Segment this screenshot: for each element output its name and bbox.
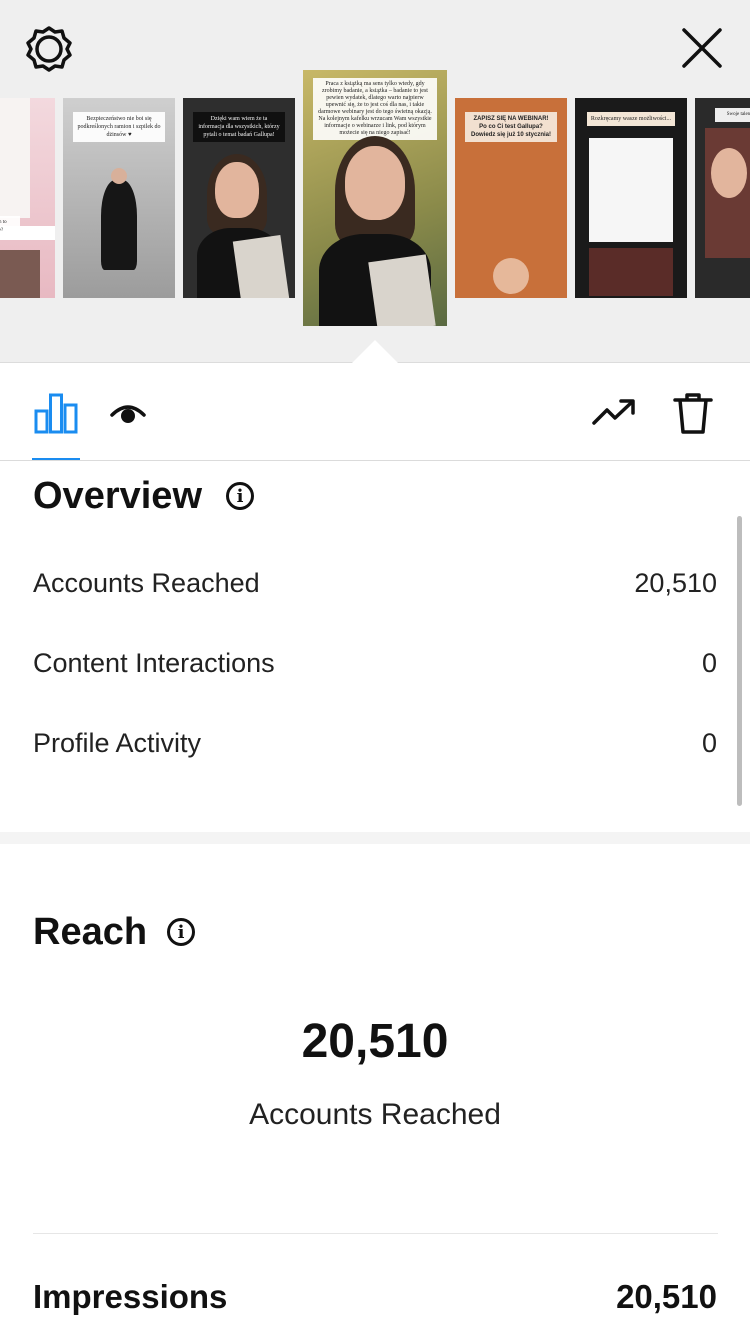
active-tab-indicator — [32, 458, 80, 460]
insights-tab-bar — [0, 362, 750, 461]
story-thumbnail[interactable]: Dzięki wam wiem że ta informacja dla wsz… — [183, 98, 295, 298]
metric-value-accounts-reached: 20,510 — [634, 568, 717, 598]
reach-title: Reach — [33, 911, 148, 953]
delete-button[interactable] — [672, 390, 714, 436]
gear-icon — [26, 26, 72, 72]
story-caption: Rozkręcamy wasze możliwości... — [586, 112, 676, 126]
scrollbar[interactable] — [737, 516, 742, 806]
story-carousel-area: ... zdaniem to sumienie? Bezpieczeństwo … — [0, 0, 750, 364]
impressions-value: 20,510 — [616, 1278, 717, 1315]
close-icon — [682, 28, 722, 68]
selected-story-pointer — [351, 340, 399, 364]
story-thumbnail[interactable]: ... zdaniem to sumienie? — [0, 98, 55, 298]
metric-label-content-interactions: Content Interactions — [33, 648, 275, 678]
reach-number-label: Accounts Reached — [249, 1098, 501, 1131]
bar-chart-icon — [34, 393, 78, 434]
close-button[interactable] — [676, 22, 728, 74]
trash-icon — [673, 393, 713, 434]
overview-info-icon[interactable]: i — [226, 482, 254, 510]
impressions-label: Impressions — [33, 1278, 228, 1315]
trending-up-icon — [592, 399, 635, 425]
metric-label-profile-activity: Profile Activity — [33, 728, 202, 758]
story-thumbnail[interactable]: ZAPISZ SIĘ NA WEBINAR! Po co Ci test Gal… — [455, 98, 567, 298]
overview-title: Overview — [33, 475, 202, 517]
story-thumbnail[interactable]: Rozkręcamy wasze możliwości... — [575, 98, 687, 298]
reach-number: 20,510 — [301, 1015, 449, 1068]
promote-button[interactable] — [590, 396, 638, 430]
story-thumbnail-selected[interactable]: Praca z książką ma sens tylko wtedy, gdy… — [303, 70, 447, 326]
metric-value-content-interactions: 0 — [701, 648, 717, 678]
story-caption: Praca z książką ma sens tylko wtedy, gdy… — [313, 78, 437, 140]
story-caption: ... zdaniem to sumienie? — [0, 216, 21, 238]
story-thumbnail[interactable]: Bezpieczeństwo nie boi się podkreślonych… — [63, 98, 175, 298]
divider-line — [33, 1233, 718, 1234]
tab-insights[interactable] — [32, 390, 80, 436]
story-caption: Bezpieczeństwo nie boi się podkreślonych… — [73, 112, 165, 142]
settings-button[interactable] — [24, 24, 74, 74]
section-divider — [0, 832, 750, 844]
story-thumbnail[interactable]: Swoje talenty... — [695, 98, 750, 298]
metric-label-accounts-reached: Accounts Reached — [33, 568, 260, 598]
tab-viewers[interactable] — [108, 398, 148, 428]
story-caption: Swoje talenty... — [715, 108, 750, 122]
eye-icon — [110, 405, 146, 423]
story-caption: Dzięki wam wiem że ta informacja dla wsz… — [193, 112, 285, 142]
metric-value-profile-activity: 0 — [701, 728, 717, 758]
story-caption: ZAPISZ SIĘ NA WEBINAR! Po co Ci test Gal… — [465, 112, 557, 142]
reach-info-icon[interactable]: i — [167, 918, 195, 946]
